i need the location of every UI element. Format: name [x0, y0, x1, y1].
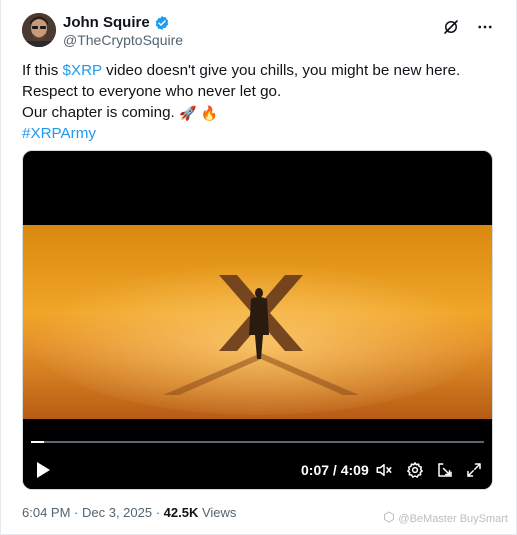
watermark-text: @BeMaster BuySmart: [398, 512, 508, 525]
meta-separator: ·: [152, 505, 164, 520]
tweet-line-3: Our chapter is coming. 🚀 🔥: [22, 102, 492, 123]
hashtag-link[interactable]: #XRPArmy: [22, 123, 492, 144]
verified-badge-icon: [154, 15, 170, 31]
video-progress-fill: [31, 441, 44, 443]
tweet-text-segment: If this: [22, 62, 63, 79]
settings-icon[interactable]: [406, 461, 424, 479]
tweet-text-segment: Our chapter is coming.: [22, 104, 179, 121]
author-display-name[interactable]: John Squire: [63, 14, 150, 31]
video-time: 0:07 / 4:09: [301, 462, 369, 478]
mute-icon[interactable]: [375, 461, 393, 479]
tweet-meta: 6:04 PM · Dec 3, 2025 · 42.5K Views: [22, 505, 236, 520]
tweet-line-1: If this $XRP video doesn't give you chil…: [22, 60, 492, 81]
video-duration: 4:09: [340, 462, 369, 478]
video-frame[interactable]: [23, 225, 492, 421]
more-icon[interactable]: [474, 16, 496, 38]
views-label: Views: [198, 505, 237, 520]
video-progress-bar[interactable]: [31, 441, 484, 443]
tweet-card: John Squire @TheCryptoSquire If this $XR…: [0, 0, 517, 535]
watermark-logo-icon: [383, 511, 395, 526]
meta-separator: ·: [70, 505, 82, 520]
video-current-time: 0:07: [301, 462, 330, 478]
cashtag-link[interactable]: $XRP: [63, 62, 102, 79]
fullscreen-icon[interactable]: [465, 461, 483, 479]
video-player[interactable]: 0:07 / 4:09: [22, 150, 493, 490]
author-name-row: John Squire: [63, 14, 170, 31]
grok-icon[interactable]: [440, 16, 462, 38]
avatar[interactable]: [22, 13, 56, 47]
tweet-text: If this $XRP video doesn't give you chil…: [22, 60, 492, 144]
tweet-line-2: Respect to everyone who never let go.: [22, 83, 282, 100]
author-handle[interactable]: @TheCryptoSquire: [63, 32, 183, 48]
tweet-text-segment: video doesn't give you chills, you might…: [101, 62, 461, 79]
video-time-separator: /: [329, 462, 341, 478]
tweet-date[interactable]: Dec 3, 2025: [82, 505, 152, 520]
pop-out-icon[interactable]: [436, 461, 454, 479]
rocket-emoji: 🚀: [179, 105, 197, 121]
watermark: @BeMaster BuySmart: [383, 511, 508, 526]
top-actions: [440, 16, 496, 38]
video-controls: 0:07 / 4:09: [23, 419, 492, 489]
tweet-time[interactable]: 6:04 PM: [22, 505, 70, 520]
views-count: 42.5K: [163, 505, 199, 520]
play-icon[interactable]: [35, 461, 51, 479]
fire-emoji: 🔥: [200, 105, 219, 121]
